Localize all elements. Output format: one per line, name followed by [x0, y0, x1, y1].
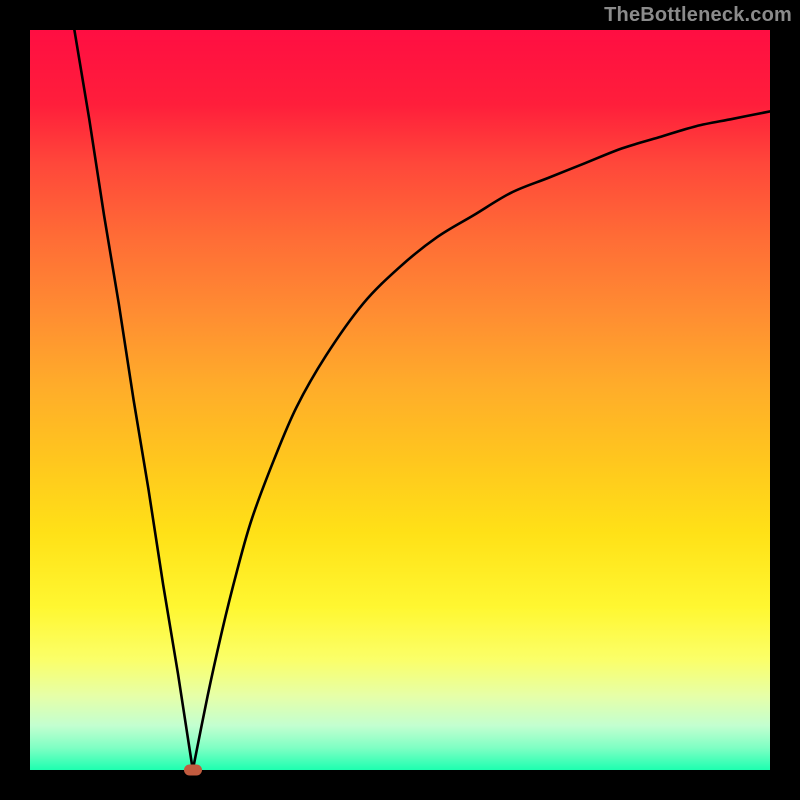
watermark-text: TheBottleneck.com [604, 4, 792, 27]
curve-left-branch [74, 30, 192, 770]
curve-right-branch [193, 111, 770, 770]
curve-svg [30, 30, 770, 770]
chart-frame: TheBottleneck.com [0, 0, 800, 800]
plot-area [30, 30, 770, 770]
minimum-marker [184, 765, 202, 776]
